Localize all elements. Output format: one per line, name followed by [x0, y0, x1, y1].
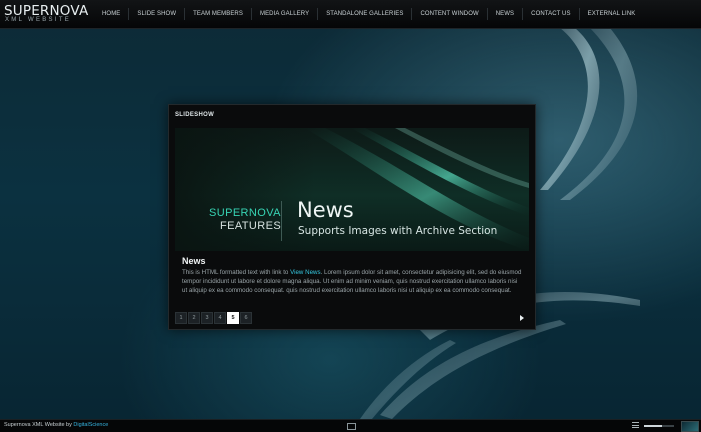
volume-slider[interactable]: [644, 425, 674, 427]
digitalscience-link[interactable]: DigitalScience: [73, 422, 108, 428]
nav-item-standalone-galleries[interactable]: STANDALONE GALLERIES: [317, 8, 411, 20]
page-button-6[interactable]: 6: [240, 312, 252, 324]
nav-item-contact-us[interactable]: CONTACT US: [522, 8, 578, 20]
nav-item-content-window[interactable]: CONTENT WINDOW: [411, 8, 486, 20]
banner-headline: News: [297, 198, 354, 222]
list-icon[interactable]: [632, 422, 639, 428]
background-thumbnail-icon[interactable]: [681, 421, 699, 432]
copyright-text: Supernova XML Website by DigitalScience: [4, 422, 108, 428]
main-nav: HOME SLIDE SHOW TEAM MEMBERS MEDIA GALLE…: [94, 0, 643, 28]
page-button-3[interactable]: 3: [201, 312, 213, 324]
nav-item-news[interactable]: NEWS: [486, 8, 522, 20]
bottom-bar: Supernova XML Website by DigitalScience: [0, 419, 701, 432]
banner-subline: Supports Images with Archive Section: [298, 225, 498, 237]
news-body-intro: This is HTML formatted text with link to: [182, 269, 291, 276]
nav-item-home[interactable]: HOME: [94, 8, 128, 20]
volume-level: [644, 425, 662, 427]
banner-divider: [281, 201, 282, 241]
page-button-4[interactable]: 4: [214, 312, 226, 324]
screen-icon[interactable]: [347, 423, 356, 430]
copyright-prefix: Supernova XML Website by: [4, 422, 74, 428]
banner-brand-line2: FEATURES: [220, 220, 282, 232]
news-body: This is HTML formatted text with link to…: [182, 268, 522, 295]
nav-item-media-gallery[interactable]: MEDIA GALLERY: [250, 8, 317, 20]
nav-item-slide-show[interactable]: SLIDE SHOW: [128, 8, 184, 20]
slideshow-window: SLIDESHOW SUPERNOVA FEATURES News Suppor…: [168, 104, 536, 330]
banner-brand-line1: SUPERNOVA: [209, 207, 281, 219]
logo-subtitle: XML WEBSITE: [5, 17, 72, 23]
page-button-2[interactable]: 2: [188, 312, 200, 324]
play-arrow-icon[interactable]: [520, 315, 524, 321]
news-title: News: [182, 256, 206, 266]
window-title: SLIDESHOW: [175, 112, 215, 118]
page-button-1[interactable]: 1: [175, 312, 187, 324]
top-bar: SUPERNOVA XML WEBSITE HOME SLIDE SHOW TE…: [0, 0, 701, 29]
slide-banner[interactable]: SUPERNOVA FEATURES News Supports Images …: [175, 128, 529, 251]
nav-item-team-members[interactable]: TEAM MEMBERS: [184, 8, 251, 20]
nav-item-external-link[interactable]: EXTERNAL LINK: [578, 8, 644, 20]
view-news-link[interactable]: View News: [290, 269, 321, 276]
page-button-5-active[interactable]: 5: [227, 312, 239, 324]
slide-pager: 1 2 3 4 5 6: [175, 312, 252, 324]
